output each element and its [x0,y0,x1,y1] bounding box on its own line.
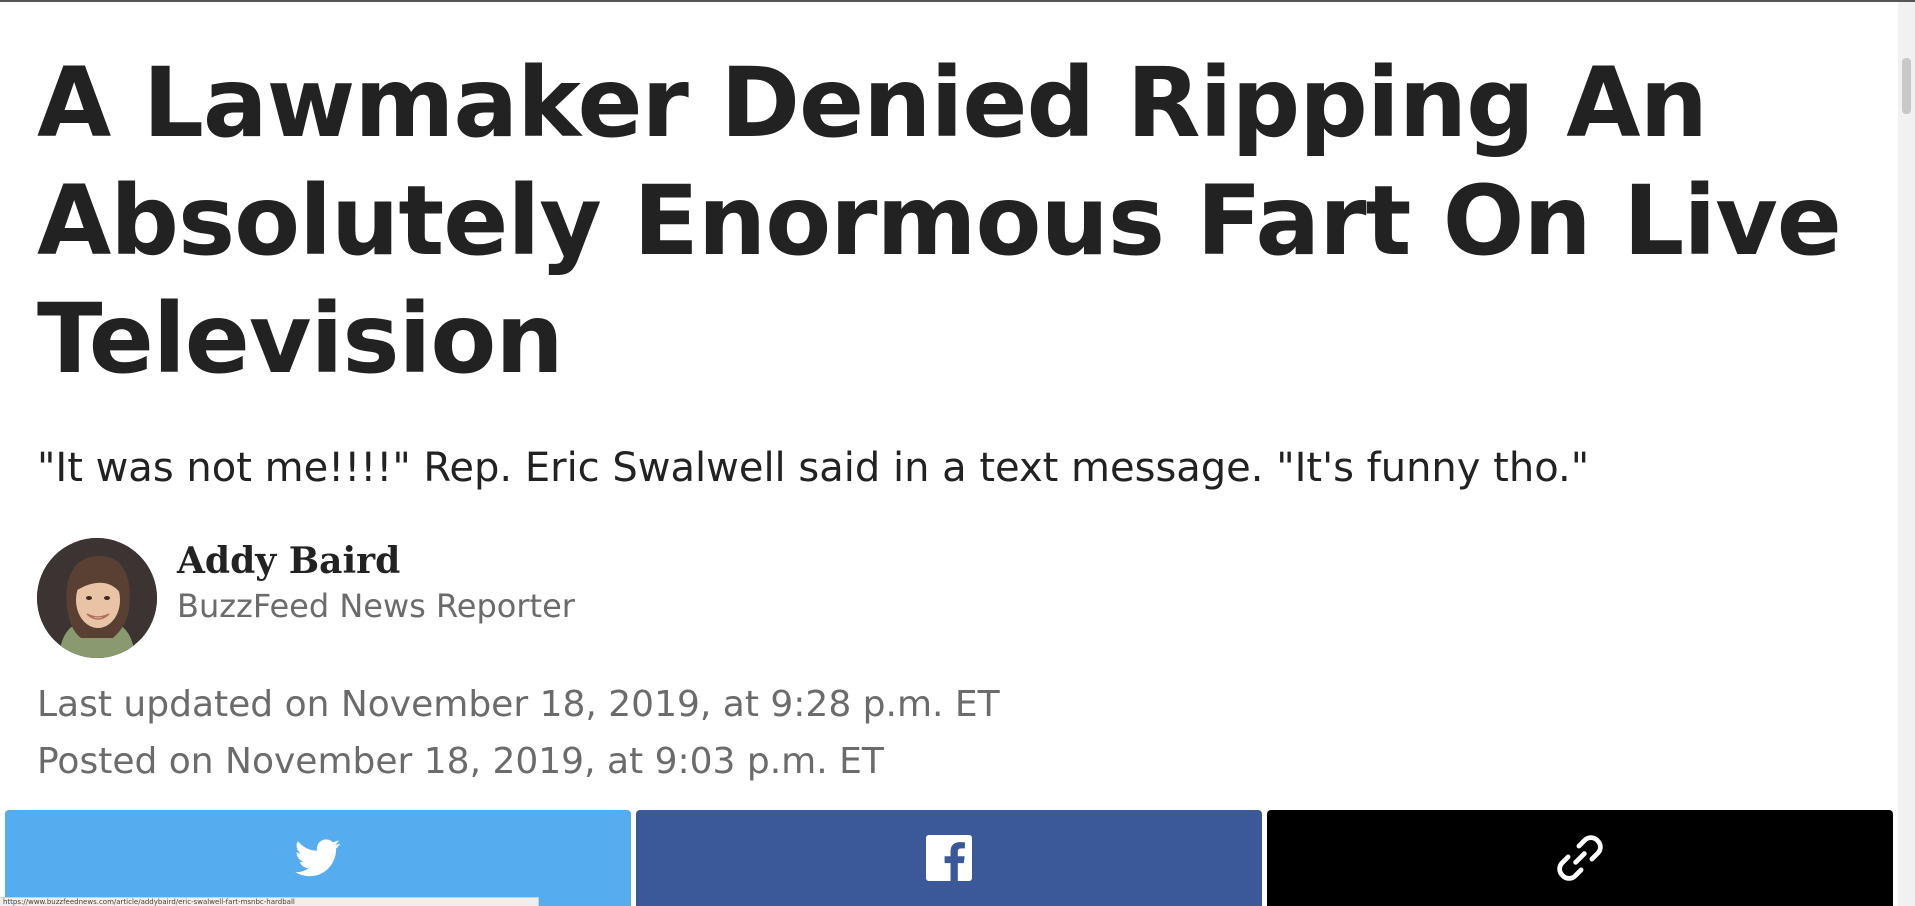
share-facebook-button[interactable] [636,810,1262,906]
window-top-border [0,0,1915,2]
link-icon [1557,835,1603,881]
author-role: BuzzFeed News Reporter [177,587,575,625]
share-twitter-button[interactable] [5,810,631,906]
facebook-icon [926,835,972,881]
posted-timestamp: Posted on November 18, 2019, at 9:03 p.m… [37,741,884,782]
twitter-icon [295,839,341,877]
author-photo [37,538,157,658]
author-name[interactable]: Addy Baird [177,540,400,582]
article-dek: "It was not me!!!!" Rep. Eric Swalwell s… [37,445,1590,491]
status-bar-url: https://www.buzzfeednews.com/article/add… [0,897,539,906]
author-avatar[interactable] [37,538,157,658]
share-bar [5,810,1893,906]
scrollbar-thumb[interactable] [1902,58,1911,114]
vertical-scrollbar[interactable] [1898,2,1915,906]
updated-timestamp: Last updated on November 18, 2019, at 9:… [37,684,1000,725]
article-headline: A Lawmaker Denied Ripping An Absolutely … [37,47,1842,395]
copy-link-button[interactable] [1267,810,1893,906]
